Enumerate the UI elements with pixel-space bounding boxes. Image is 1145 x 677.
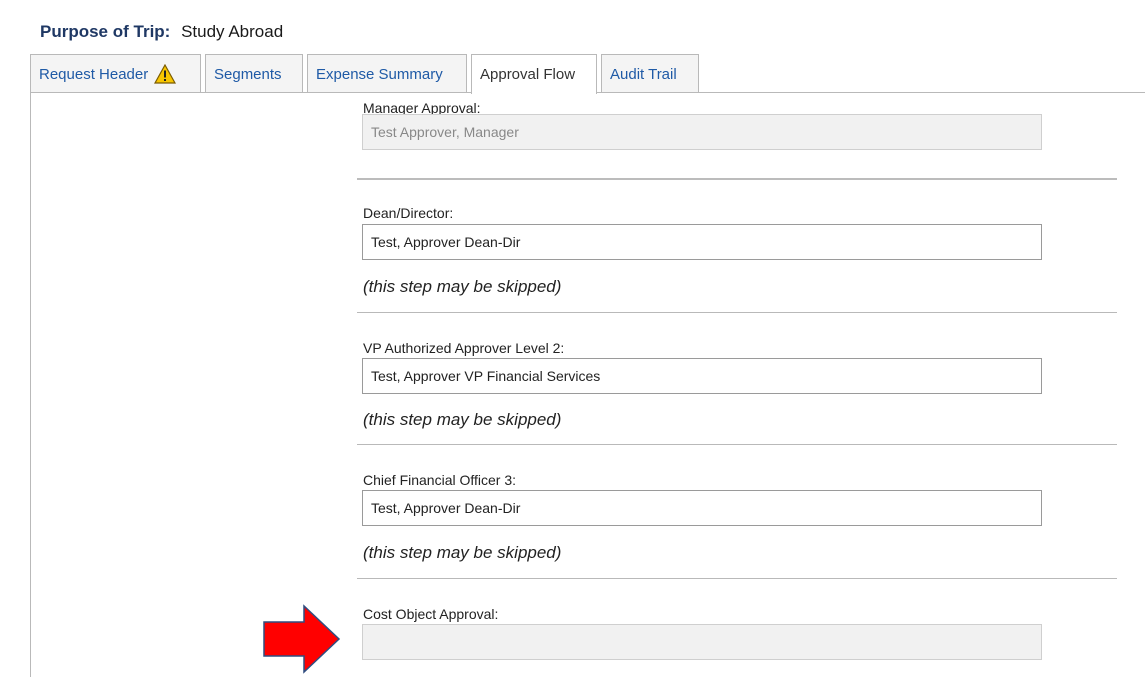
section-divider	[357, 178, 1117, 180]
dean-director-label: Dean/Director:	[363, 205, 454, 221]
tab-audit-trail[interactable]: Audit Trail	[601, 54, 699, 93]
cfo-skip-note: (this step may be skipped)	[363, 543, 562, 562]
vp-approver-label: VP Authorized Approver Level 2:	[363, 340, 565, 356]
purpose-label: Purpose of Trip:	[40, 22, 171, 41]
tab-label: Audit Trail	[610, 65, 677, 83]
page: Purpose of Trip: Study Abroad Request He…	[0, 0, 1145, 677]
warning-triangle-icon	[154, 64, 177, 84]
tab-request-header[interactable]: Request Header	[30, 54, 201, 93]
tab-label: Segments	[214, 65, 282, 83]
vp-approver-field[interactable]: Test, Approver VP Financial Services	[362, 358, 1042, 394]
section-divider	[357, 578, 1117, 579]
tab-approval-flow[interactable]: Approval Flow	[471, 54, 597, 94]
vp-approver-skip-note: (this step may be skipped)	[363, 410, 562, 429]
section-divider	[357, 312, 1117, 313]
tab-label: Approval Flow	[480, 66, 576, 83]
tab-segments[interactable]: Segments	[205, 54, 303, 93]
dean-director-field[interactable]: Test, Approver Dean-Dir	[362, 224, 1042, 260]
red-arrow-pointer-icon	[263, 604, 341, 674]
cost-object-label: Cost Object Approval:	[363, 606, 499, 622]
purpose-value: Study Abroad	[181, 22, 284, 41]
cost-object-field	[362, 624, 1042, 660]
manager-approval-field: Test Approver, Manager	[362, 114, 1042, 150]
dean-director-skip-note: (this step may be skipped)	[363, 277, 562, 296]
cfo-field[interactable]: Test, Approver Dean-Dir	[362, 490, 1042, 526]
section-divider	[357, 444, 1117, 445]
tab-label: Request Header	[39, 65, 149, 83]
tab-expense-summary[interactable]: Expense Summary	[307, 54, 467, 93]
cfo-label: Chief Financial Officer 3:	[363, 472, 517, 488]
tab-bar: Request Header Segments Expense Summary …	[30, 54, 703, 94]
tab-label: Expense Summary	[316, 65, 443, 83]
purpose-of-trip: Purpose of Trip: Study Abroad	[40, 22, 283, 42]
